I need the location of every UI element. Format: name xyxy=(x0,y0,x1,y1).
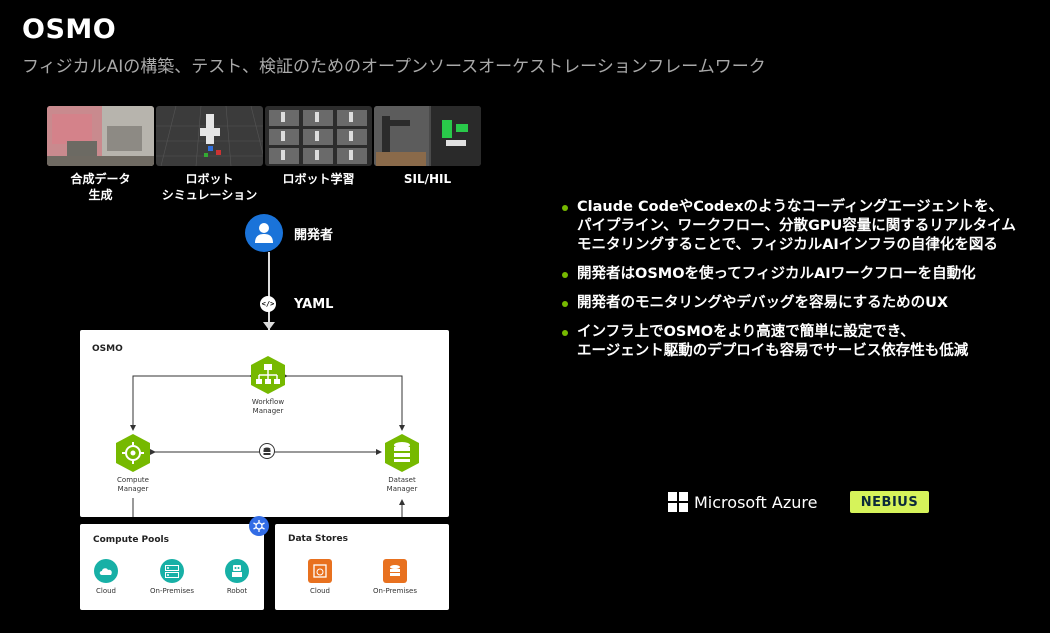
nebius-logo: NEBIUS xyxy=(850,491,929,513)
developer-label: 開発者 xyxy=(294,228,334,243)
stage-label-robot-simulation: ロボット シミュレーション xyxy=(161,172,258,202)
feature-bullet: Claude CodeやCodexのようなコーディングエージェントを、 パイプラ… xyxy=(560,198,1040,255)
dataset-manager-label: Dataset Manager xyxy=(386,476,418,493)
server-icon xyxy=(160,559,184,583)
data-store-onprem-label: On-Premises xyxy=(373,587,417,595)
yaml-label: YAML xyxy=(294,297,334,312)
onprem-storage-icon xyxy=(383,559,407,583)
robot-learning-thumbnail xyxy=(265,106,372,166)
kubernetes-icon xyxy=(249,516,269,536)
microsoft-logo-icon xyxy=(668,492,688,512)
workflow-manager-icon xyxy=(251,356,285,394)
page-title: OSMO xyxy=(22,14,117,45)
dataset-manager-icon xyxy=(385,434,419,472)
compute-pool-cloud-label: Cloud xyxy=(96,587,116,595)
page-subtitle: フィジカルAIの構築、テスト、検証のためのオープンソースオーケストレーションフレ… xyxy=(22,57,766,77)
compute-pools-title: Compute Pools xyxy=(93,535,169,545)
microsoft-azure-logo: Microsoft Azure xyxy=(668,492,817,512)
compute-manager-icon xyxy=(116,434,150,472)
compute-manager-label: Compute Manager xyxy=(117,476,149,493)
data-stores-title: Data Stores xyxy=(288,534,348,544)
robot-icon xyxy=(225,559,249,583)
compute-pool-robot-label: Robot xyxy=(226,587,248,595)
synthetic-data-thumbnail xyxy=(47,106,154,166)
connector-line xyxy=(268,252,270,330)
person-icon xyxy=(245,214,283,252)
feature-list: Claude CodeやCodexのようなコーディングエージェントを、 パイプラ… xyxy=(560,198,1040,371)
workflow-manager-label: Workflow Manager xyxy=(251,398,285,415)
cloud-storage-icon xyxy=(308,559,332,583)
stage-label-robot-learning: ロボット学習 xyxy=(282,172,355,186)
stage-label-synthetic-data: 合成データ 生成 xyxy=(70,172,131,202)
code-icon: </> xyxy=(260,296,276,312)
robot-simulation-thumbnail xyxy=(156,106,263,166)
feature-bullet: インフラ上でOSMOをより高速で簡単に設定でき、 エージェント駆動のデプロイも容… xyxy=(560,323,1040,361)
database-icon xyxy=(259,443,275,459)
sil-hil-thumbnail xyxy=(374,106,481,166)
stage-label-sil-hil: SIL/HIL xyxy=(403,172,452,186)
data-store-cloud-label: Cloud xyxy=(310,587,330,595)
compute-pool-onprem-label: On-Premises xyxy=(150,587,194,595)
azure-label: Microsoft Azure xyxy=(694,492,818,512)
feature-bullet: 開発者のモニタリングやデバッグを容易にするためのUX xyxy=(560,294,1040,313)
feature-bullet: 開発者はOSMOを使ってフィジカルAIワークフローを自動化 xyxy=(560,265,1040,284)
cloud-icon xyxy=(94,559,118,583)
